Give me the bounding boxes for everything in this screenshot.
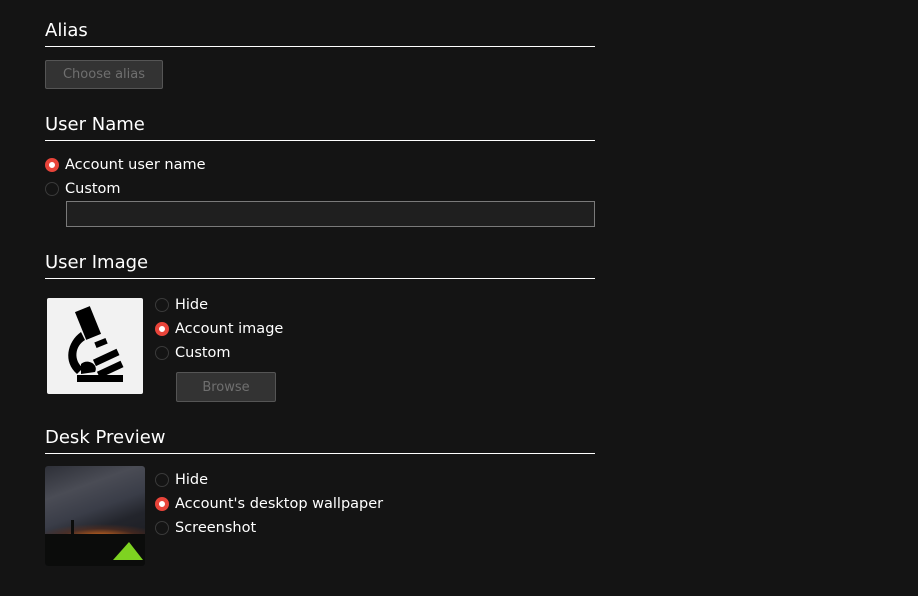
radio-label: Screenshot (175, 520, 257, 536)
microscope-icon (68, 306, 124, 382)
radio-label: Custom (175, 345, 231, 361)
radio-label: Account's desktop wallpaper (175, 496, 384, 512)
radio-label: Custom (65, 181, 121, 197)
radio-unchecked-icon[interactable] (155, 346, 169, 360)
radio-desktop-wallpaper[interactable]: Account's desktop wallpaper (155, 494, 383, 514)
radio-checked-icon[interactable] (155, 322, 169, 336)
radio-account-image[interactable]: Account image (155, 319, 283, 339)
radio-unchecked-icon[interactable] (155, 298, 169, 312)
radio-checked-icon[interactable] (155, 497, 169, 511)
choose-alias-button[interactable]: Choose alias (45, 60, 163, 89)
browse-button[interactable]: Browse (176, 372, 276, 402)
desk-preview-heading: Desk Preview (45, 427, 595, 454)
user-image-preview (47, 298, 143, 394)
radio-label: Hide (175, 472, 209, 488)
radio-screenshot[interactable]: Screenshot (155, 518, 256, 538)
radio-hide-user-image[interactable]: Hide (155, 295, 208, 315)
radio-custom-image[interactable]: Custom (155, 343, 231, 363)
custom-user-name-input[interactable] (66, 201, 595, 227)
radio-custom-user-name[interactable]: Custom (45, 179, 121, 199)
user-name-heading: User Name (45, 114, 595, 141)
radio-unchecked-icon[interactable] (45, 182, 59, 196)
alias-heading: Alias (45, 20, 595, 47)
radio-unchecked-icon[interactable] (155, 521, 169, 535)
radio-unchecked-icon[interactable] (155, 473, 169, 487)
desktop-wallpaper-preview (45, 466, 145, 566)
radio-label: Account image (175, 321, 284, 337)
tent-icon (113, 542, 143, 560)
radio-account-user-name[interactable]: Account user name (45, 155, 206, 175)
radio-checked-icon[interactable] (45, 158, 59, 172)
radio-hide-desk-preview[interactable]: Hide (155, 470, 208, 490)
radio-label: Account user name (65, 157, 206, 173)
user-image-heading: User Image (45, 252, 595, 279)
radio-label: Hide (175, 297, 209, 313)
